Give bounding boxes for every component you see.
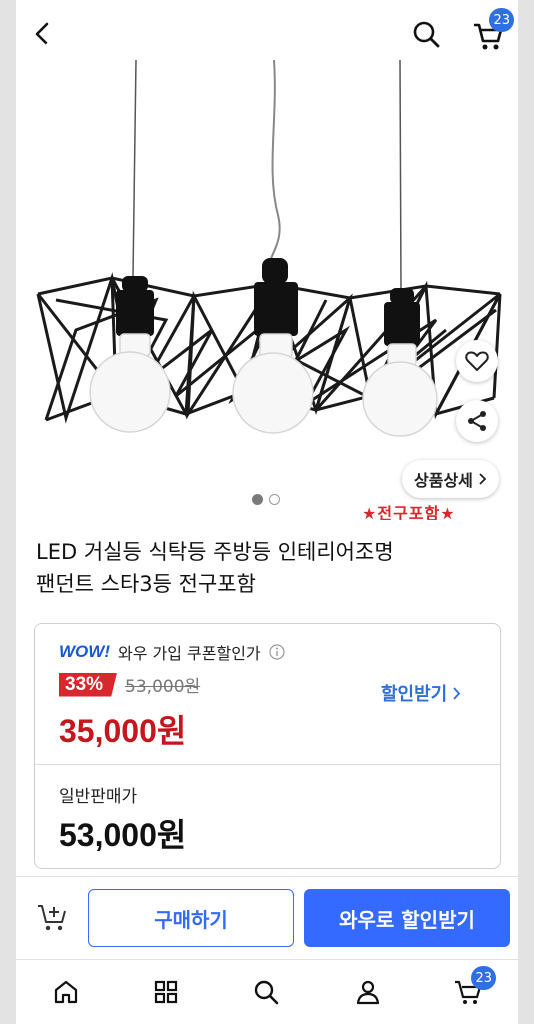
product-title: LED 거실등 식탁등 주방등 인테리어조명 팬던트 스타3등 전구포함 [36,536,502,600]
product-detail-label: 상품상세 [414,471,473,490]
nav-cart[interactable]: 23 [448,966,496,1010]
get-coupon-label: 할인받기 [381,684,448,705]
buy-now-button[interactable]: 구매하기 [88,889,294,947]
search-icon [254,980,279,1005]
search-icon [413,21,440,48]
purchase-action-bar: 구매하기 와우로 할인받기 [16,876,518,960]
cart-count-badge: 23 [489,8,514,32]
normal-price: 53,000원 [59,817,187,853]
wow-discount-price: 35,000원 [59,713,187,749]
promo-overlay-text: ★전구포함★ [362,504,456,520]
gallery-page-indicator [252,494,280,505]
product-title-line1: LED 거실등 식탁등 주방등 인테리어조명 [36,540,394,564]
left-edge-strip [0,0,16,1024]
add-to-cart-icon [38,905,66,931]
nav-home[interactable] [46,974,86,1010]
right-edge-strip [518,0,534,1024]
info-icon[interactable] [269,644,285,660]
get-coupon-link[interactable]: 할인받기 [381,680,461,706]
wow-discount-buy-button[interactable]: 와우로 할인받기 [304,889,510,947]
nav-cart-count-badge: 23 [471,966,496,990]
normal-price-label: 일반판매가 [59,787,138,807]
chevron-right-icon [453,686,461,700]
share-icon [468,411,486,431]
wow-price-header: WOW! 와우 가입 쿠폰할인가 [59,640,285,664]
close-button[interactable] [26,36,56,66]
wow-coupon-label: 와우 가입 쿠폰할인가 [117,644,261,663]
nav-category[interactable] [146,974,186,1010]
share-button[interactable] [456,400,498,442]
top-header: 23 [0,0,534,72]
nav-search[interactable] [246,974,286,1010]
product-title-line2: 팬던트 스타3등 전구포함 [36,572,256,596]
original-price: 53,000원 [125,677,201,697]
discount-row: 33% 53,000원 [59,672,200,697]
close-icon [31,41,51,61]
cart-button[interactable]: 23 [466,8,514,58]
product-detail-link[interactable]: 상품상세 [402,460,499,498]
chevron-right-icon [479,473,487,485]
search-button[interactable] [406,14,446,54]
price-divider [35,764,500,765]
page-dot [269,494,280,505]
heart-icon [465,351,489,371]
nav-my-account[interactable] [348,974,388,1010]
discount-rate-badge: 33% [59,672,118,697]
favorite-button[interactable] [456,340,498,382]
home-icon [54,980,78,1004]
category-icon [154,980,178,1004]
page-dot-active [252,494,263,505]
price-box: WOW! 와우 가입 쿠폰할인가 33% 53,000원 35,000원 할인받… [34,623,501,869]
bottom-navigation: 23 [16,960,518,1024]
product-image-gallery[interactable]: 상품상세 ★전구포함★ [16,0,518,520]
wow-logo: WOW! [59,642,110,661]
pendant-lamp-image [36,59,502,437]
my-account-icon [356,980,380,1005]
add-to-cart-button[interactable] [32,897,72,937]
